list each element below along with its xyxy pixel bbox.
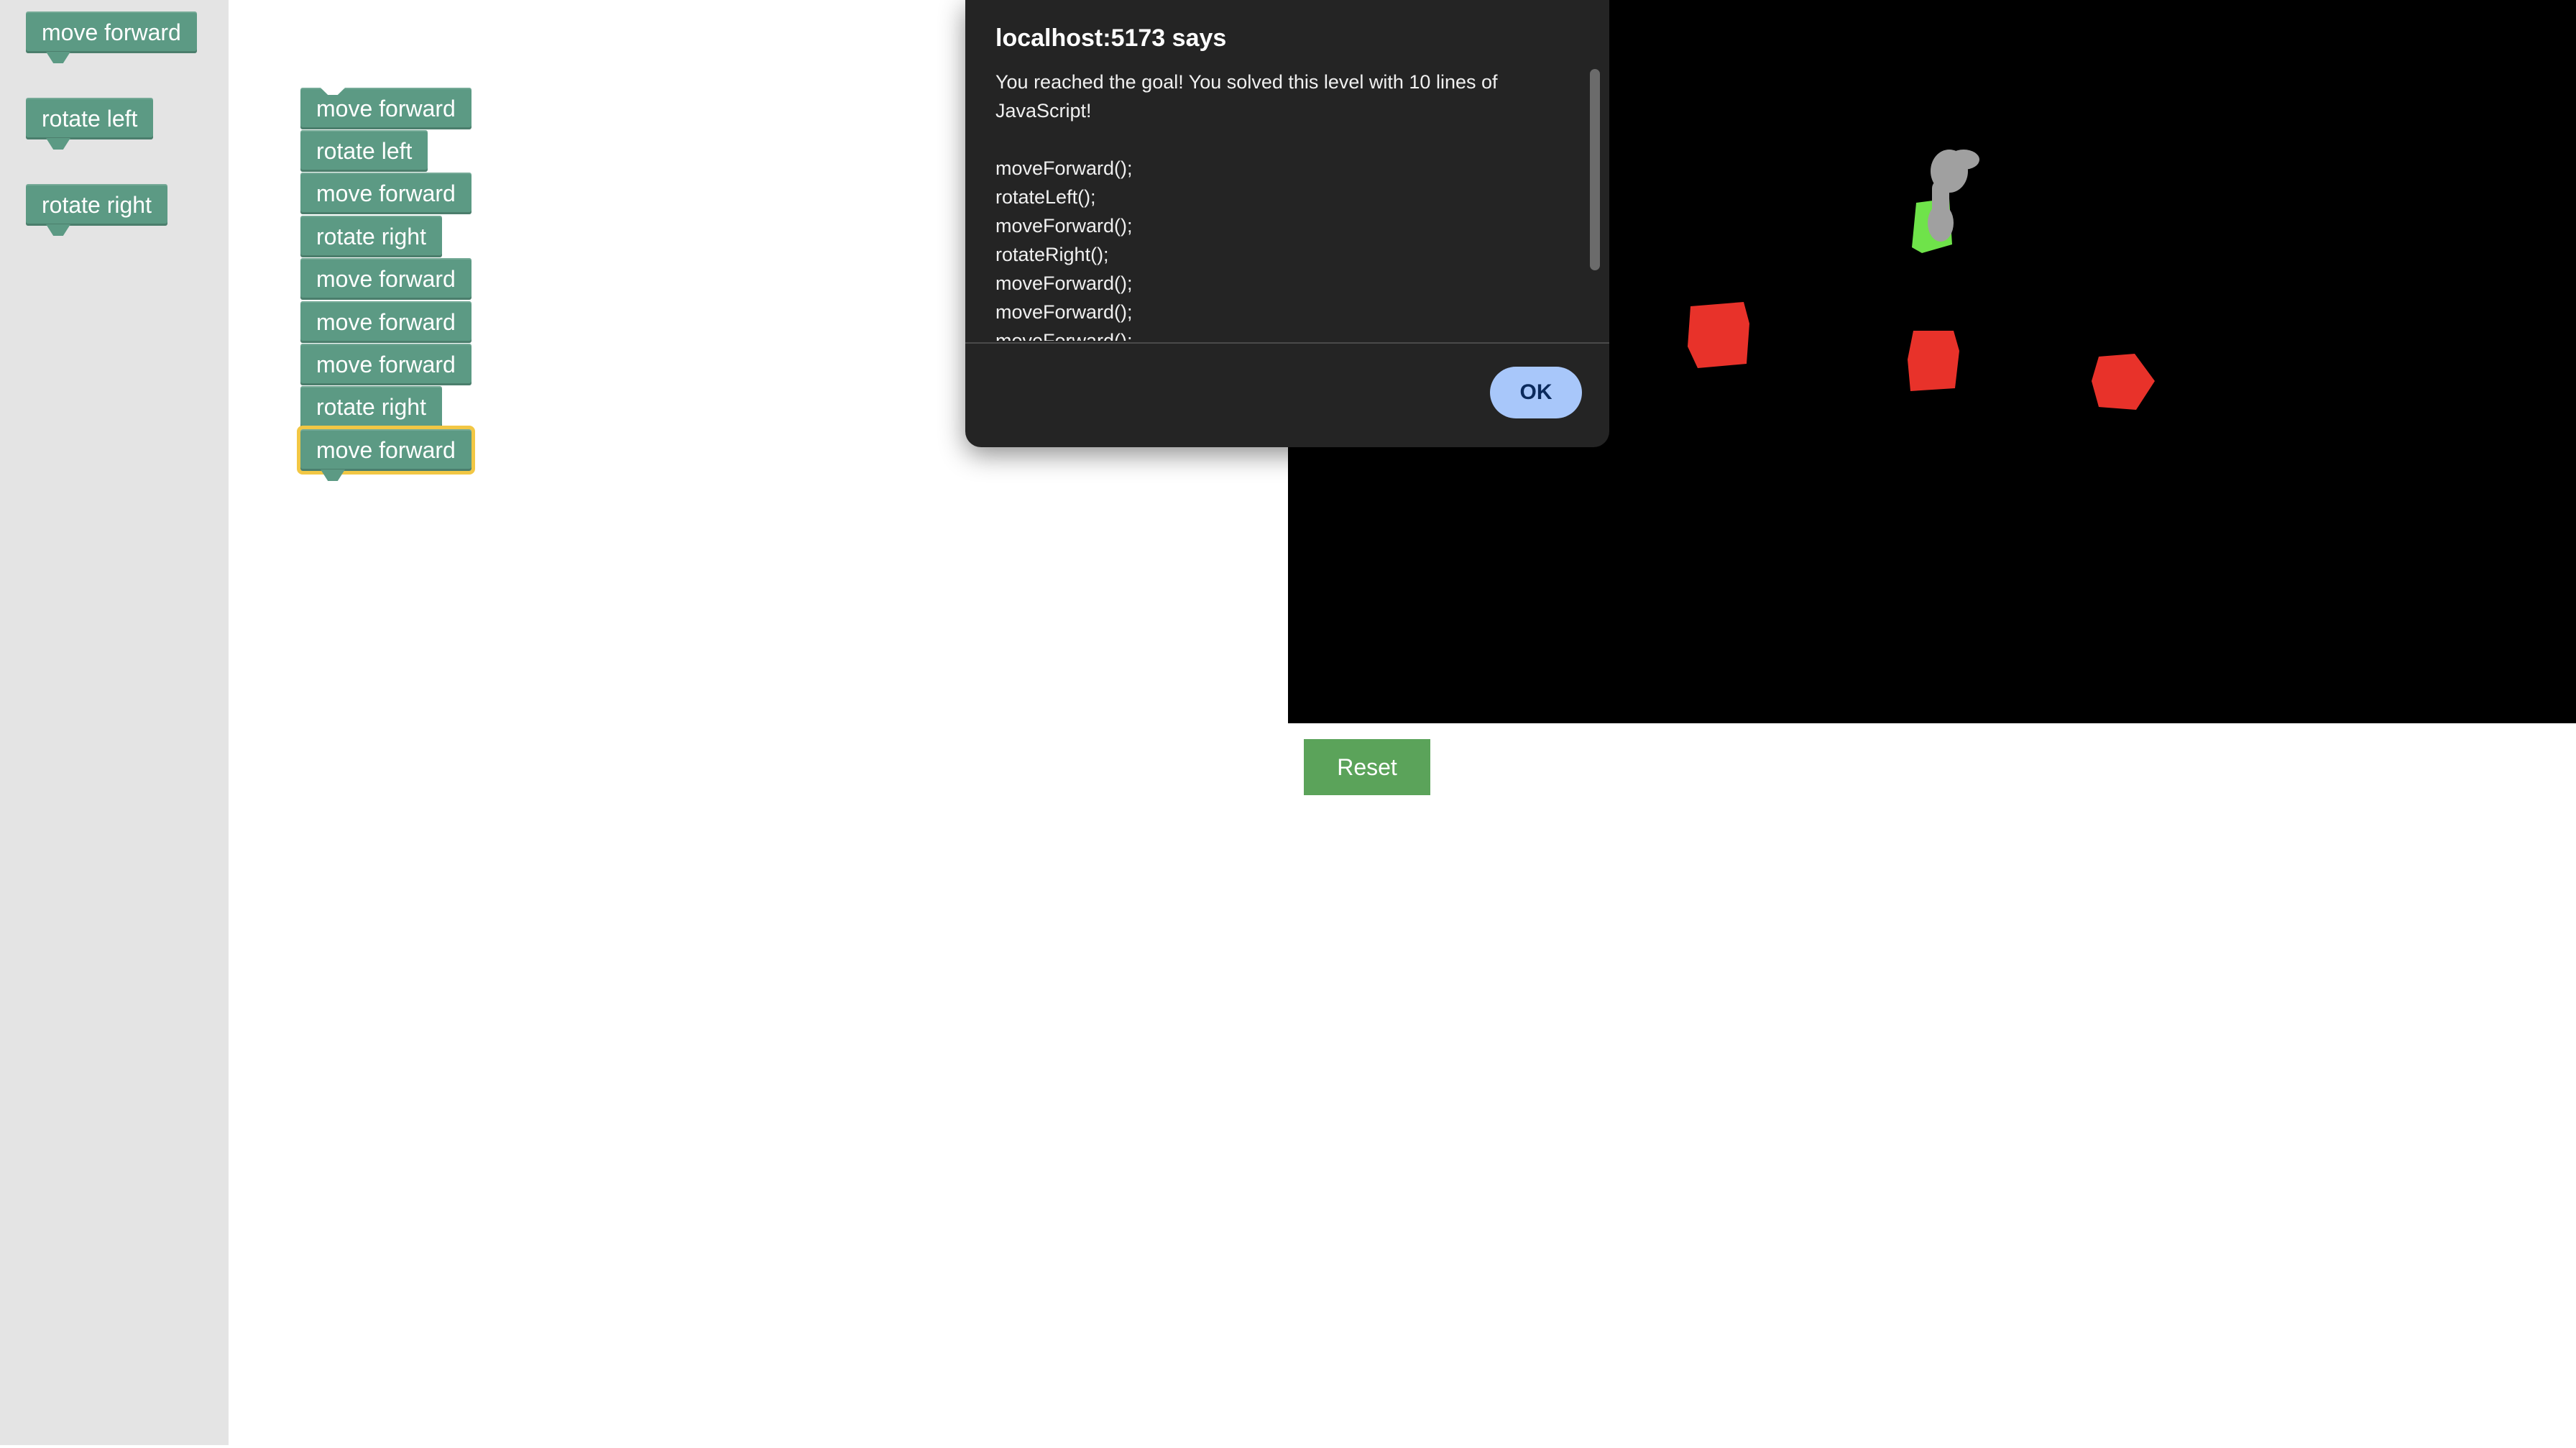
- toolbox-block-rotate-left[interactable]: rotate left: [26, 98, 154, 150]
- block-label: move forward: [316, 309, 456, 335]
- dialog-spacer: [995, 125, 1570, 154]
- dialog-message: You reached the goal! You solved this le…: [995, 68, 1570, 341]
- block-label: move forward: [316, 266, 456, 292]
- robot: [1928, 150, 1979, 242]
- block-label: rotate left: [316, 138, 413, 164]
- obstacle-red-cube: [1688, 302, 1749, 368]
- workspace-block-move-forward[interactable]: move forward: [300, 301, 472, 343]
- block-label: rotate left: [42, 106, 138, 132]
- code-line: moveForward();: [995, 301, 1133, 323]
- block-label: move forward: [42, 19, 181, 45]
- workspace-block-rotate-right[interactable]: rotate right: [300, 386, 442, 428]
- block-label: move forward: [316, 437, 456, 463]
- ok-button[interactable]: OK: [1490, 367, 1582, 418]
- block-label: move forward: [316, 96, 456, 122]
- dialog-scrollbar[interactable]: [1590, 69, 1600, 270]
- workspace-block-move-forward[interactable]: move forward: [300, 88, 472, 129]
- workspace-block-move-forward-selected[interactable]: move forward: [297, 426, 475, 481]
- dialog-message-line: JavaScript!: [995, 100, 1092, 122]
- code-line: moveForward();: [995, 272, 1133, 294]
- code-line: rotateLeft();: [995, 186, 1096, 208]
- workspace-block-move-forward[interactable]: move forward: [300, 344, 472, 385]
- code-line: moveForward();: [995, 215, 1133, 237]
- block-label: rotate right: [316, 224, 426, 249]
- toolbox-block-rotate-right[interactable]: rotate right: [26, 184, 167, 236]
- block-connector-top: [321, 88, 345, 95]
- block-label: move forward: [316, 180, 456, 206]
- block-connector: [46, 52, 70, 63]
- block-label: rotate right: [42, 192, 152, 218]
- workspace-block-rotate-right[interactable]: rotate right: [300, 216, 442, 257]
- code-line: moveForward();: [995, 330, 1133, 341]
- dialog-message-line: You reached the goal! You solved this le…: [995, 71, 1498, 93]
- toolbox: move forward rotate left rotate right: [0, 0, 229, 1445]
- reset-button[interactable]: Reset: [1304, 739, 1430, 795]
- workspace-block-move-forward[interactable]: move forward: [300, 258, 472, 300]
- block-label: rotate right: [316, 394, 426, 420]
- dialog-divider: [965, 342, 1609, 344]
- block-connector: [321, 469, 345, 481]
- dialog-title: localhost:5173 says: [995, 24, 1227, 52]
- toolbox-block-move-forward[interactable]: move forward: [26, 12, 197, 63]
- code-line: moveForward();: [995, 157, 1133, 179]
- alert-dialog: localhost:5173 says You reached the goal…: [965, 0, 1609, 447]
- block-connector: [46, 224, 70, 236]
- workspace-block-move-forward[interactable]: move forward: [300, 173, 472, 214]
- block-connector: [46, 138, 70, 150]
- code-line: rotateRight();: [995, 244, 1109, 265]
- obstacle-red-cube: [2092, 354, 2155, 410]
- block-label: move forward: [316, 352, 456, 377]
- workspace-block-rotate-left[interactable]: rotate left: [300, 130, 428, 172]
- obstacle-red-cube: [1908, 331, 1959, 391]
